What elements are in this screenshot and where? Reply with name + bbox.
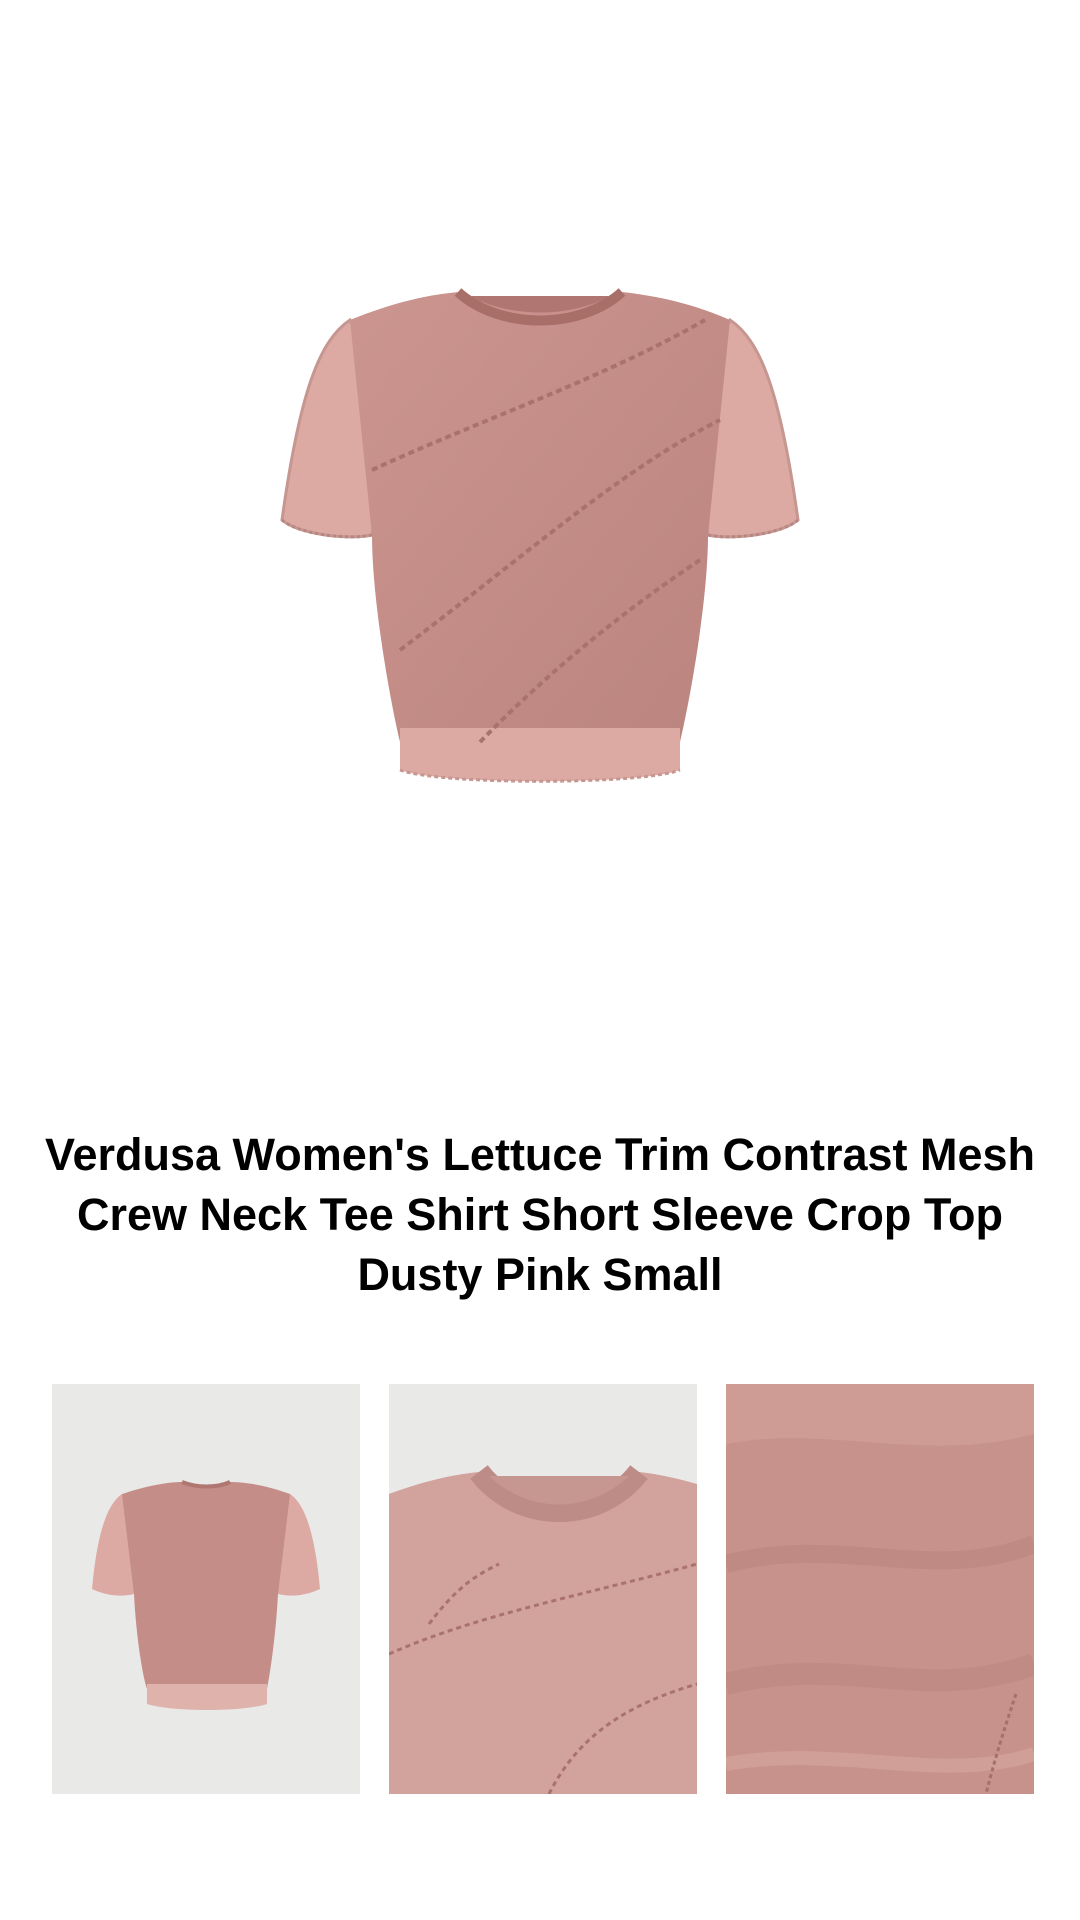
neckline-detail-image xyxy=(389,1384,697,1794)
product-title: Verdusa Women's Lettuce Trim Contrast Me… xyxy=(44,1129,1036,1300)
thumbnail-back-view[interactable] xyxy=(52,1384,360,1794)
thumbnail-neckline-detail[interactable] xyxy=(389,1384,697,1794)
thumbnail-gallery xyxy=(52,1384,1038,1794)
shirt-back-image xyxy=(52,1384,360,1794)
thumbnail-fabric-texture[interactable] xyxy=(726,1384,1034,1794)
main-product-image[interactable] xyxy=(0,0,1080,1100)
shirt-front-image xyxy=(280,288,800,783)
fabric-texture-image xyxy=(726,1384,1034,1794)
